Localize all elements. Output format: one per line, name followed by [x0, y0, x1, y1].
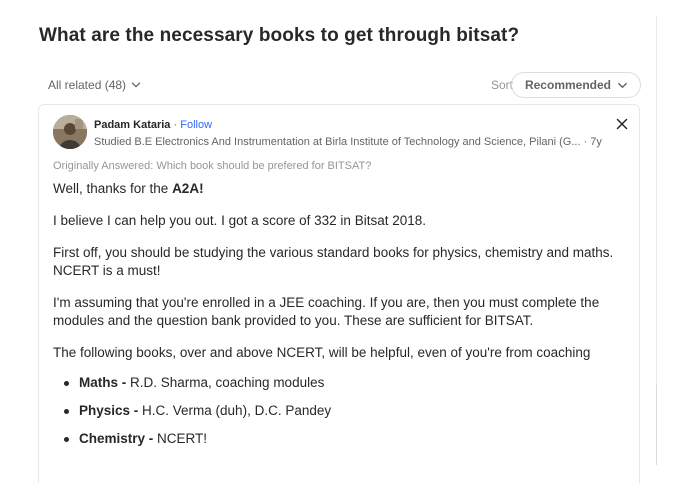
answer-card: Padam Kataria · Follow Studied B.E Elect…: [38, 104, 640, 483]
book-list: Maths - R.D. Sharma, coaching modules Ph…: [53, 374, 633, 448]
close-icon[interactable]: [615, 117, 629, 131]
question-title: What are the necessary books to get thro…: [39, 25, 520, 46]
bullet: [64, 381, 69, 386]
answer-text: Well, thanks for the: [53, 181, 173, 196]
chevron-down-icon: [131, 82, 141, 88]
bullet: [64, 409, 69, 414]
author-credential: Studied B.E Electronics And Instrumentat…: [94, 136, 602, 148]
chevron-down-icon: [618, 82, 627, 88]
answer-paragraph: I'm assuming that you're enrolled in a J…: [53, 295, 600, 328]
list-books: H.C. Verma (duh), D.C. Pandey: [138, 403, 332, 418]
list-item: Maths - R.D. Sharma, coaching modules: [53, 374, 633, 392]
sort-label: Sort: [490, 78, 513, 92]
page-divider: [656, 385, 657, 465]
avatar[interactable]: [53, 115, 87, 149]
all-related-label: All related (48): [48, 78, 127, 92]
originally-answered: Originally Answered: Which book should b…: [53, 160, 372, 172]
answer-paragraph: First off, you should be studying the va…: [53, 245, 614, 278]
sort-dropdown[interactable]: Recommended: [510, 72, 641, 98]
answer-paragraph: I believe I can help you out. I got a sc…: [53, 213, 426, 228]
answer-paragraph: The following books, over and above NCER…: [53, 345, 591, 360]
answer-body: Well, thanks for the A2A! I believe I ca…: [53, 180, 633, 458]
author-name[interactable]: Padam Kataria: [94, 119, 170, 131]
question-page: What are the necessary books to get thro…: [27, 16, 657, 483]
answer-paragraph: Well, thanks for the A2A!: [53, 180, 633, 198]
avatar-image: [53, 115, 87, 149]
list-subject: Chemistry -: [79, 431, 154, 446]
follow-button[interactable]: Follow: [180, 119, 212, 131]
author-line: Padam Kataria · Follow: [94, 119, 212, 131]
list-books: R.D. Sharma, coaching modules: [126, 375, 325, 390]
answer-bold-text: A2A!: [172, 181, 204, 196]
list-subject: Maths -: [79, 375, 127, 390]
bullet: [64, 437, 69, 442]
list-subject: Physics -: [79, 403, 139, 418]
list-books: NCERT!: [153, 431, 208, 446]
list-item: Physics - H.C. Verma (duh), D.C. Pandey: [53, 402, 633, 420]
separator: ·: [173, 119, 178, 131]
sort-value: Recommended: [524, 78, 611, 92]
all-related-dropdown[interactable]: All related (48): [48, 78, 141, 92]
list-item: Chemistry - NCERT!: [53, 430, 633, 448]
filter-row: All related (48) Sort Recommended: [47, 72, 641, 100]
